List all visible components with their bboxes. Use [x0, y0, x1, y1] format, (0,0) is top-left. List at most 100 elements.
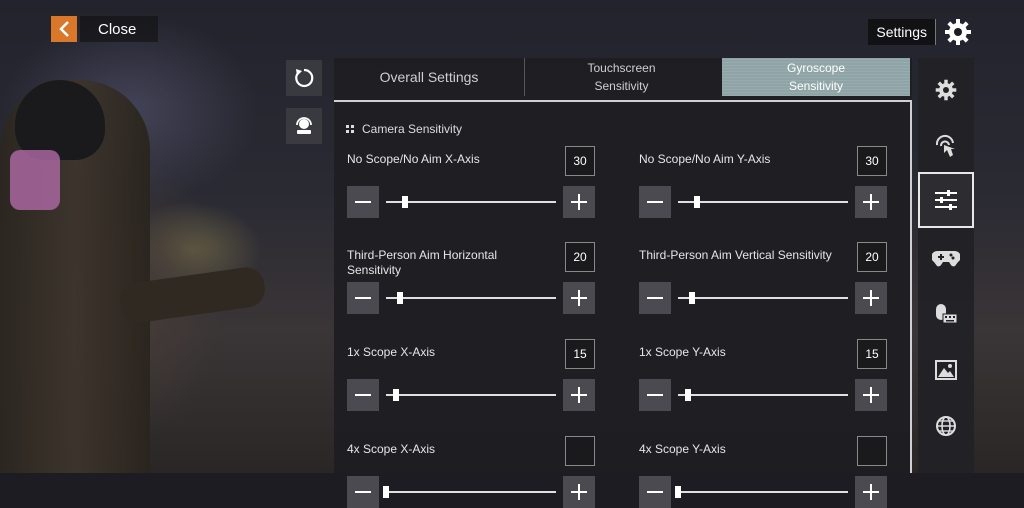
slider-row [347, 476, 595, 508]
gear-icon[interactable] [944, 18, 972, 46]
minus-icon [355, 297, 371, 299]
settings-panel: Overall Settings Touchscreen Sensitivity… [334, 58, 912, 508]
minus-icon [647, 394, 663, 396]
headset-icon [296, 117, 312, 134]
slider-thumb[interactable] [383, 486, 389, 498]
back-arrow-icon[interactable] [51, 16, 77, 42]
minus-icon [647, 297, 663, 299]
decrease-button[interactable] [639, 476, 671, 508]
slider-thumb[interactable] [675, 486, 681, 498]
slider-track[interactable] [675, 486, 848, 498]
tab-gyroscope-sensitivity[interactable]: Gyroscope Sensitivity [722, 58, 910, 96]
increase-button[interactable] [563, 186, 595, 218]
sidebar-item-touch[interactable] [918, 118, 974, 174]
setting-label: 4x Scope Y-Axis [639, 442, 726, 456]
sidebar-item-graphics[interactable] [918, 342, 974, 398]
slider-row [639, 476, 887, 508]
setting-label: 4x Scope X-Axis [347, 442, 436, 456]
setting-label: No Scope/No Aim X-Axis [347, 152, 480, 166]
setting-label: Third-Person Aim Vertical Sensitivity [639, 248, 832, 262]
setting-value-input[interactable]: 30 [565, 146, 595, 176]
tab-label-line1: Gyroscope [786, 61, 846, 75]
slider-thumb[interactable] [401, 196, 408, 208]
sidebar-item-sensitivity[interactable] [918, 172, 974, 228]
reset-button[interactable] [286, 60, 322, 96]
plus-icon [571, 484, 587, 500]
setting-value-input[interactable] [857, 436, 887, 466]
increase-button[interactable] [563, 379, 595, 411]
plus-icon [571, 290, 587, 306]
increase-button[interactable] [855, 282, 887, 314]
decrease-button[interactable] [639, 379, 671, 411]
customer-service-button[interactable] [286, 108, 322, 144]
slider-row [347, 379, 595, 411]
increase-button[interactable] [855, 476, 887, 508]
increase-button[interactable] [855, 379, 887, 411]
setting-label: 1x Scope Y-Axis [639, 345, 726, 359]
slider-thumb[interactable] [396, 292, 403, 304]
settings-content[interactable]: Camera Sensitivity No Scope/No Aim X-Axi… [334, 100, 912, 508]
slider-track[interactable] [386, 196, 556, 208]
minus-icon [355, 201, 371, 203]
setting-value-input[interactable]: 30 [857, 146, 887, 176]
decrease-button[interactable] [347, 282, 379, 314]
decrease-button[interactable] [639, 282, 671, 314]
sliders-icon [935, 190, 957, 210]
tab-label-line1: Touchscreen [587, 61, 656, 75]
close-label[interactable]: Close [80, 16, 158, 42]
slider-track[interactable] [678, 196, 848, 208]
minus-icon [355, 394, 371, 396]
increase-button[interactable] [563, 476, 595, 508]
section-header: Camera Sensitivity [346, 122, 462, 136]
slider-track[interactable] [678, 389, 848, 401]
slider-row [639, 282, 887, 314]
close-button[interactable]: Close [51, 16, 158, 42]
minus-icon [355, 491, 371, 493]
increase-button[interactable] [563, 282, 595, 314]
slider-track[interactable] [678, 292, 848, 304]
setting-value-input[interactable]: 15 [857, 339, 887, 369]
slider-row [639, 186, 887, 218]
sidebar-item-keyboard-mouse[interactable] [918, 286, 974, 342]
decrease-button[interactable] [347, 379, 379, 411]
decrease-button[interactable] [347, 186, 379, 218]
sidebar-item-general[interactable] [918, 62, 974, 118]
tab-overall-settings[interactable]: Overall Settings [334, 58, 524, 96]
character-head [15, 80, 105, 160]
slider-row [347, 186, 595, 218]
slider-thumb[interactable] [688, 292, 695, 304]
settings-title: Settings [868, 19, 936, 45]
section-dots-icon [346, 125, 354, 133]
sidebar-item-language[interactable] [918, 398, 974, 454]
gamepad-icon [932, 250, 960, 267]
setting-value-input[interactable]: 20 [857, 242, 887, 272]
slider-row [639, 379, 887, 411]
plus-icon [863, 387, 879, 403]
sidebar-item-controls[interactable] [918, 230, 974, 286]
minus-icon [647, 201, 663, 203]
slider-track[interactable] [386, 389, 556, 401]
slider-track[interactable] [383, 486, 556, 498]
tab-bar: Overall Settings Touchscreen Sensitivity… [334, 58, 912, 96]
decrease-button[interactable] [639, 186, 671, 218]
slider-thumb[interactable] [693, 196, 700, 208]
character-hair [10, 150, 60, 210]
tab-label-line2: Sensitivity [788, 79, 844, 93]
tab-label-line2: Sensitivity [594, 79, 649, 93]
plus-icon [571, 194, 587, 210]
mouse-keyboard-icon [936, 304, 958, 324]
increase-button[interactable] [855, 186, 887, 218]
settings-header: Settings [868, 18, 972, 46]
setting-value-input[interactable]: 15 [565, 339, 595, 369]
slider-thumb[interactable] [685, 389, 692, 401]
setting-value-input[interactable] [565, 436, 595, 466]
tab-touchscreen-sensitivity[interactable]: Touchscreen Sensitivity [524, 58, 718, 96]
slider-row [347, 282, 595, 314]
plus-icon [571, 387, 587, 403]
plus-icon [863, 484, 879, 500]
decrease-button[interactable] [347, 476, 379, 508]
slider-thumb[interactable] [393, 389, 400, 401]
globe-icon [936, 416, 956, 436]
slider-track[interactable] [386, 292, 556, 304]
setting-value-input[interactable]: 20 [565, 242, 595, 272]
